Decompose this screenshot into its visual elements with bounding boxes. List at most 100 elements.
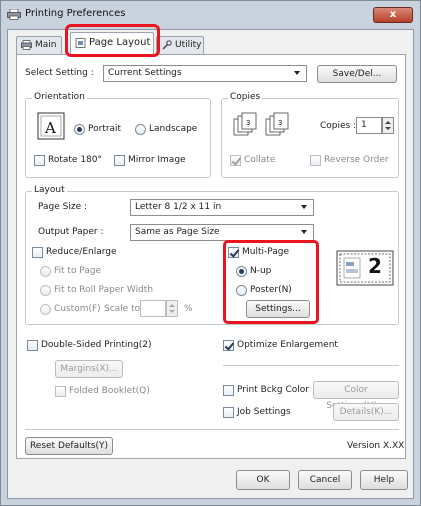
mirror-image-checkbox[interactable] [114, 155, 125, 166]
copies-label: Copies : [320, 121, 357, 131]
title-bar[interactable]: Printing Preferences x [1, 1, 420, 29]
double-sided-checkbox[interactable] [27, 340, 38, 351]
copies-spinner[interactable] [382, 117, 394, 134]
scale-unit: % [184, 304, 193, 314]
copies-input[interactable]: 1 [356, 117, 382, 134]
copies-group: Copies 3 3 Copies : 1 Collate Reverse Or… [221, 92, 399, 178]
window-title: Printing Preferences [25, 8, 126, 19]
spin-down-icon [385, 127, 391, 130]
collate-icon: 3 3 [233, 112, 289, 136]
output-paper-dropdown[interactable]: Same as Page Size [130, 224, 314, 241]
spin-up-icon [385, 121, 391, 124]
reverse-order-label: Reverse Order [324, 155, 389, 165]
fit-to-roll-label: Fit to Roll Paper Width [54, 285, 154, 295]
output-paper-value: Same as Page Size [135, 227, 220, 237]
nup-radio[interactable] [236, 266, 247, 277]
color-settings-button[interactable]: Color Settings(H)... [313, 381, 399, 411]
close-button[interactable]: x [373, 7, 413, 23]
tab-utility[interactable]: Utility [156, 36, 204, 54]
collate-checkbox[interactable] [230, 155, 241, 166]
optimize-enlargement-checkbox[interactable] [223, 340, 234, 351]
poster-label: Poster(N) [250, 285, 292, 295]
print-bckg-color-label: Print Bckg Color [237, 385, 309, 395]
details-button[interactable]: Details(K)... [333, 403, 399, 421]
nup-label: N-up [250, 266, 272, 276]
page-size-dropdown[interactable]: Letter 8 1/2 x 11 in [130, 199, 314, 216]
chevron-down-icon [301, 230, 307, 234]
ok-button[interactable]: OK [236, 470, 290, 490]
separator [223, 365, 399, 366]
svg-text:3: 3 [246, 119, 250, 127]
poster-radio[interactable] [236, 285, 247, 296]
help-button[interactable]: Help [360, 470, 408, 490]
custom-label: Custom(F) [54, 304, 101, 314]
scale-spinner[interactable] [166, 300, 178, 317]
portrait-radio[interactable] [74, 124, 85, 135]
job-settings-label: Job Settings [237, 407, 291, 417]
printing-preferences-window: Printing Preferences x Main Page Layout … [0, 0, 421, 506]
dialog-body: Main Page Layout Utility Select Setting … [7, 24, 414, 499]
orientation-title: Orientation [32, 92, 87, 102]
job-settings-checkbox[interactable] [223, 407, 234, 418]
version-label: Version X.XX [347, 441, 405, 451]
layout-group: Layout Page Size : Letter 8 1/2 x 11 in … [25, 185, 399, 325]
page-size-label: Page Size : [38, 202, 88, 212]
select-setting-dropdown[interactable]: Current Settings [103, 65, 307, 82]
printer-icon [7, 9, 21, 20]
separator [25, 429, 399, 430]
layout-preview [336, 250, 394, 286]
svg-text:3: 3 [278, 119, 282, 127]
multi-page-settings-button[interactable]: Settings... [246, 300, 310, 318]
scale-input[interactable] [140, 300, 166, 317]
main-tab-icon [21, 40, 32, 50]
reduce-enlarge-checkbox[interactable] [32, 247, 43, 258]
print-bckg-color-checkbox[interactable] [223, 385, 234, 396]
chevron-down-icon [294, 71, 300, 75]
tab-main-label: Main [35, 40, 57, 50]
folded-booklet-label: Folded Booklet(Q) [69, 386, 150, 396]
custom-radio[interactable] [40, 304, 51, 315]
spin-down-icon [169, 310, 175, 313]
select-setting-value: Current Settings [108, 68, 182, 78]
tab-main[interactable]: Main [16, 36, 62, 54]
reverse-order-checkbox[interactable] [310, 155, 321, 166]
page-layout-tab-icon [75, 38, 86, 48]
save-del-button[interactable]: Save/Del... [317, 65, 397, 83]
copies-title: Copies [228, 92, 263, 102]
svg-text:A: A [44, 119, 56, 137]
preview-page-number: 2 [368, 254, 382, 278]
landscape-label: Landscape [149, 124, 198, 134]
multi-page-label: Multi-Page [242, 247, 290, 257]
reset-defaults-button[interactable]: Reset Defaults(Y) [25, 437, 113, 455]
cancel-button[interactable]: Cancel [298, 470, 352, 490]
orientation-group: Orientation A Portrait Landscape Rotate … [25, 92, 211, 178]
folded-booklet-checkbox[interactable] [55, 386, 66, 397]
spin-up-icon [169, 304, 175, 307]
scale-to-label: Scale to [104, 304, 141, 314]
collate-label: Collate [244, 155, 276, 165]
fit-to-page-label: Fit to Page [54, 266, 102, 276]
portrait-label: Portrait [88, 124, 122, 134]
reduce-enlarge-label: Reduce/Enlarge [46, 247, 117, 257]
portrait-page-icon: A [37, 112, 65, 140]
rotate-180-checkbox[interactable] [34, 155, 45, 166]
output-paper-label: Output Paper : [38, 227, 104, 237]
tab-page-layout-label: Page Layout [89, 37, 151, 48]
mirror-image-label: Mirror Image [128, 155, 186, 165]
page-layout-panel: Select Setting : Current Settings Save/D… [16, 54, 406, 459]
page-size-value: Letter 8 1/2 x 11 in [135, 202, 222, 212]
wrench-icon [162, 40, 172, 50]
fit-to-page-radio[interactable] [40, 266, 51, 277]
optimize-enlargement-label: Optimize Enlargement [237, 340, 338, 350]
multi-page-checkbox[interactable] [228, 247, 239, 258]
tab-page-layout[interactable]: Page Layout [70, 32, 154, 55]
layout-title: Layout [32, 185, 67, 195]
chevron-down-icon [301, 205, 307, 209]
fit-to-roll-radio[interactable] [40, 285, 51, 296]
tab-utility-label: Utility [175, 40, 202, 50]
select-setting-label: Select Setting : [25, 68, 94, 78]
double-sided-label: Double-Sided Printing(2) [41, 340, 152, 350]
rotate-180-label: Rotate 180° [48, 155, 103, 165]
margins-button[interactable]: Margins(X)... [55, 360, 123, 378]
landscape-radio[interactable] [135, 124, 146, 135]
